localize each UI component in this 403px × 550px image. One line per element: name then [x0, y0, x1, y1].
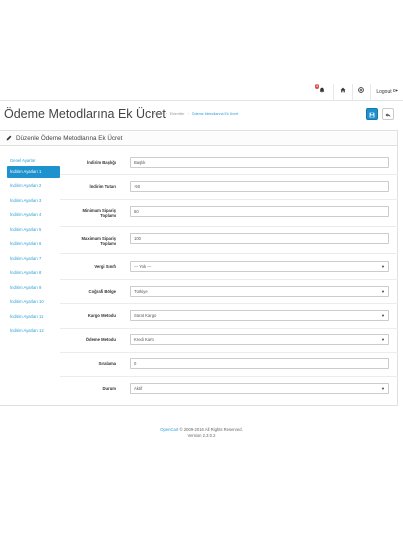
tab-discount-2[interactable]: İndirim Ayarları 2 — [7, 180, 60, 192]
tax-class-value: --- Yok --- — [134, 264, 152, 269]
caret-down-icon: ▼ — [381, 264, 385, 269]
max-total-label-line2: Toplamı — [100, 241, 116, 247]
top-navbar: 3 Logout — [0, 84, 403, 101]
discount-amount-label: İndirim Tutarı — [89, 184, 116, 189]
tab-discount-11[interactable]: İndirim Ayarları 11 — [7, 311, 60, 323]
tab-discount-4[interactable]: İndirim Ayarları 4 — [7, 209, 60, 221]
breadcrumb-separator: › — [165, 112, 167, 116]
sign-out-icon — [393, 87, 398, 98]
payment-method-label: Ödeme Metodu — [85, 337, 116, 342]
help-button[interactable] — [356, 87, 366, 98]
tab-discount-9[interactable]: İndirim Ayarları 9 — [7, 282, 60, 294]
logout-button[interactable]: Logout — [374, 87, 400, 98]
status-select[interactable]: Aktif ▼ — [130, 383, 389, 394]
footer: OpenCart © 2009-2016 All Rights Reserved… — [0, 427, 403, 438]
opencart-link[interactable]: OpenCart — [160, 427, 178, 432]
shipping-method-select[interactable]: Sürat Kargo ▼ — [130, 310, 389, 321]
panel-heading: Düzenle Ödeme Metodlarına Ek Ücret — [0, 131, 397, 146]
home-icon — [340, 87, 346, 98]
payment-method-select[interactable]: Kredi Kartı ▼ — [130, 334, 389, 345]
tab-discount-8[interactable]: İndirim Ayarları 8 — [7, 267, 60, 279]
geo-zone-label: Coğrafi Bölge — [88, 289, 116, 294]
max-total-label: Maximum Sipariş Toplamı — [56, 236, 116, 247]
discount-amount-input[interactable]: -50 — [130, 181, 389, 192]
sort-order-input[interactable]: 0 — [130, 358, 389, 369]
notification-badge: 3 — [315, 84, 319, 89]
status-label: Durum — [102, 386, 117, 391]
geo-zone-value: Türkiye — [134, 289, 148, 294]
tab-discount-5[interactable]: İndirim Ayarları 5 — [7, 224, 60, 236]
save-button[interactable] — [366, 108, 378, 120]
shipping-method-label: Kargo Metodu — [87, 313, 116, 318]
panel-title: Düzenle Ödeme Metodlarına Ek Ücret — [16, 134, 123, 142]
save-icon — [369, 105, 375, 123]
footer-version: Version 2.3.0.2 — [187, 432, 216, 438]
tab-discount-12[interactable]: İndirim Ayarları 12 — [7, 325, 60, 337]
pencil-icon — [6, 135, 12, 141]
tax-class-label: Vergi Sınıfı — [94, 264, 116, 269]
sort-order-label: Sıralama — [98, 361, 116, 366]
geo-zone-select[interactable]: Türkiye ▼ — [130, 286, 389, 297]
breadcrumb-separator: › — [187, 112, 189, 116]
tab-discount-7[interactable]: İndirim Ayarları 7 — [7, 253, 60, 265]
breadcrumb: Home › Eklentiler › Ödeme Metodlarına Ek… — [153, 112, 238, 116]
shipping-method-value: Sürat Kargo — [134, 313, 157, 318]
cancel-button[interactable] — [382, 108, 394, 120]
discount-title-label: İndirim Başlığı — [87, 160, 116, 165]
discount-title-input[interactable]: Başlık — [130, 157, 389, 168]
caret-down-icon: ▼ — [381, 386, 385, 391]
page-title: Ödeme Metodlarına Ek Ücret — [4, 107, 166, 121]
logout-label: Logout — [376, 89, 392, 95]
notifications-button[interactable]: 3 — [315, 84, 327, 98]
caret-down-icon: ▼ — [381, 337, 385, 342]
tax-class-select[interactable]: --- Yok --- ▼ — [130, 261, 389, 272]
reply-icon — [385, 105, 391, 123]
tab-discount-3[interactable]: İndirim Ayarları 3 — [7, 195, 60, 207]
min-total-input[interactable]: 50 — [130, 206, 389, 217]
tab-discount-1[interactable]: İndirim Ayarları 1 — [7, 166, 60, 178]
caret-down-icon: ▼ — [381, 289, 385, 294]
payment-method-value: Kredi Kartı — [134, 337, 154, 342]
status-value: Aktif — [134, 386, 143, 391]
max-total-input[interactable]: 100 — [130, 233, 389, 244]
tab-discount-10[interactable]: İndirim Ayarları 10 — [7, 296, 60, 308]
min-total-label: Minimum Sipariş Toplamı — [56, 208, 116, 219]
life-ring-icon — [358, 87, 364, 98]
caret-down-icon: ▼ — [381, 313, 385, 318]
breadcrumb-extensions[interactable]: Eklentiler — [170, 112, 185, 116]
min-total-label-line2: Toplamı — [100, 213, 116, 219]
bell-icon: 3 — [315, 84, 325, 98]
footer-copyright: © 2009-2016 All Rights Reserved. — [178, 427, 243, 432]
breadcrumb-current[interactable]: Ödeme Metodlarına Ek Ücret — [192, 112, 239, 116]
breadcrumb-home[interactable]: Home — [153, 112, 163, 116]
home-button[interactable] — [338, 87, 348, 98]
tab-discount-6[interactable]: İndirim Ayarları 6 — [7, 238, 60, 250]
